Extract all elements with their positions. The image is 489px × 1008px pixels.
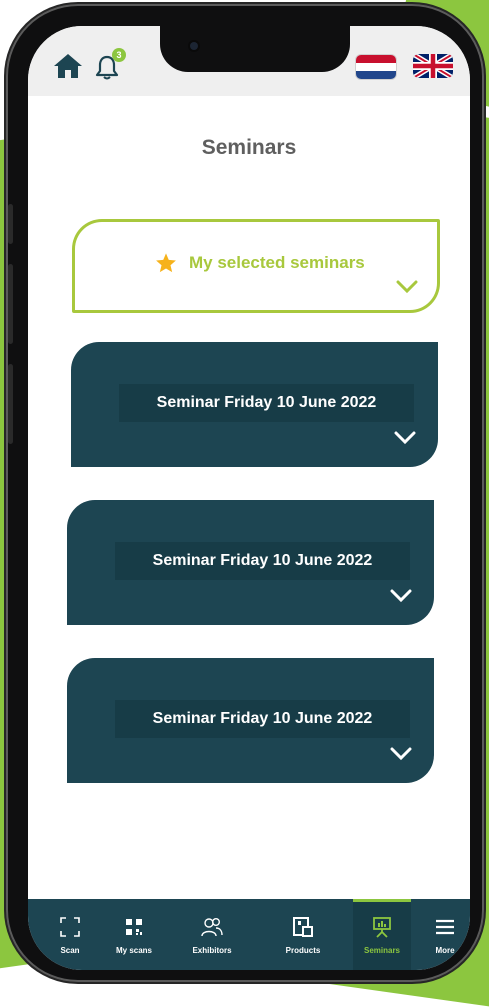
seminar-day-card[interactable]: Seminar Friday 10 June 2022 <box>71 342 438 467</box>
nav-label: Exhibitors <box>192 946 232 955</box>
seminar-day-card[interactable]: Seminar Friday 10 June 2022 <box>67 500 434 625</box>
chevron-down-icon <box>390 589 412 603</box>
phone-side-button <box>8 364 13 444</box>
phone-side-button <box>8 204 13 244</box>
nav-item-seminars[interactable]: Seminars <box>353 899 411 970</box>
app-screen: 3 Seminars My selected seminars Seminar … <box>28 26 470 970</box>
chevron-down-icon <box>390 747 412 761</box>
seminar-day-card[interactable]: Seminar Friday 10 June 2022 <box>67 658 434 783</box>
scan-icon <box>60 917 80 937</box>
home-icon[interactable] <box>53 53 83 79</box>
dutch-flag-icon[interactable] <box>355 54 397 80</box>
nav-item-more[interactable]: More <box>420 899 470 970</box>
nav-label: Seminars <box>363 946 401 955</box>
selected-seminars-label: My selected seminars <box>189 253 365 272</box>
chevron-down-icon <box>394 431 416 445</box>
uk-flag-icon[interactable] <box>413 54 453 78</box>
presentation-icon <box>373 917 391 938</box>
seminar-day-label: Seminar Friday 10 June 2022 <box>115 700 410 738</box>
phone-side-button <box>8 264 13 344</box>
seminar-day-label: Seminar Friday 10 June 2022 <box>119 384 414 422</box>
menu-icon <box>436 919 454 935</box>
phone-notch <box>160 26 350 72</box>
nav-label: Scan <box>60 946 80 955</box>
seminar-day-label: Seminar Friday 10 June 2022 <box>115 542 410 580</box>
camera-icon <box>190 42 198 50</box>
bottom-navigation: Scan My scans Exhibitors Products Semina… <box>28 899 470 970</box>
nav-label: More <box>435 946 455 955</box>
qr-code-icon <box>126 919 142 935</box>
notification-badge: 3 <box>112 48 126 62</box>
phone-frame: 3 Seminars My selected seminars Seminar … <box>6 4 484 982</box>
nav-item-products[interactable]: Products <box>271 899 335 970</box>
my-selected-seminars-dropdown[interactable]: My selected seminars <box>72 219 440 313</box>
nav-label: Products <box>285 946 321 955</box>
nav-item-my-scans[interactable]: My scans <box>104 899 164 970</box>
page-title: Seminars <box>201 136 297 159</box>
users-icon <box>201 918 223 937</box>
star-icon <box>156 253 176 273</box>
product-icon <box>293 917 313 937</box>
nav-item-exhibitors[interactable]: Exhibitors <box>178 899 246 970</box>
chevron-down-icon <box>396 280 418 294</box>
nav-item-scan[interactable]: Scan <box>42 899 98 970</box>
nav-label: My scans <box>115 946 153 955</box>
